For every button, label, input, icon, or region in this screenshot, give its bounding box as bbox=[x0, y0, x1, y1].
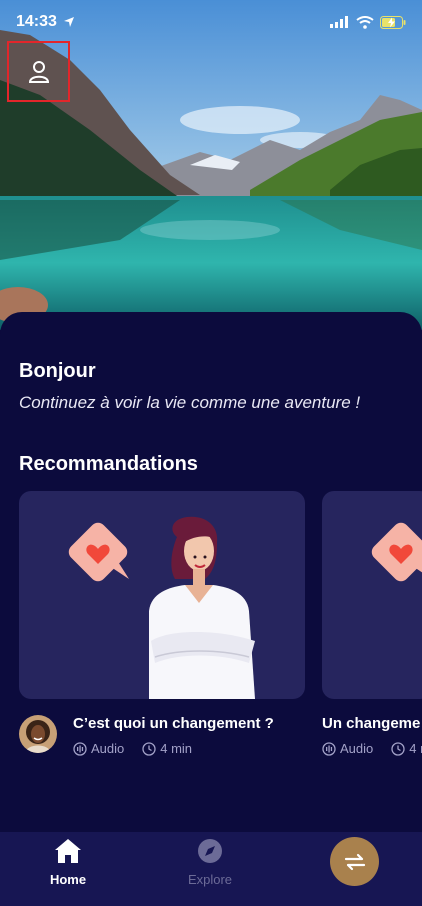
recommendation-type: Audio bbox=[340, 741, 374, 756]
recommendation-type: Audio bbox=[91, 741, 125, 756]
battery-charging-icon bbox=[380, 15, 406, 29]
recommendation-duration: 4 m bbox=[409, 741, 422, 756]
clock-icon bbox=[391, 741, 405, 756]
recommendation-card[interactable] bbox=[322, 491, 422, 699]
user-icon bbox=[28, 60, 49, 83]
woman-illustration bbox=[68, 516, 255, 699]
heart-bubble-illustration bbox=[371, 522, 422, 582]
recommendations-title: Recommandations bbox=[19, 453, 198, 475]
tab-explore[interactable]: Explore bbox=[165, 838, 255, 892]
recommendation-card[interactable] bbox=[19, 491, 305, 699]
recommendation-duration: 4 min bbox=[160, 741, 193, 756]
location-arrow-icon bbox=[63, 17, 74, 27]
compass-icon bbox=[198, 839, 222, 863]
audio-wave-icon bbox=[73, 741, 87, 756]
clock-icon bbox=[142, 741, 156, 756]
avatar bbox=[19, 715, 57, 753]
swap-arrows-icon bbox=[344, 853, 365, 870]
greeting-title: Bonjour bbox=[19, 360, 96, 382]
heart-bubble-icon bbox=[371, 522, 422, 582]
recommendation-info: Audio 4 m bbox=[322, 741, 422, 756]
status-bar: 14:33 bbox=[0, 0, 422, 44]
audio-wave-icon bbox=[322, 741, 336, 756]
status-time: 14:33 bbox=[16, 13, 75, 31]
status-time-text: 14:33 bbox=[16, 13, 57, 30]
greeting-subtitle: Continuez à voir la vie comme une aventu… bbox=[19, 393, 361, 412]
home-icon bbox=[55, 839, 81, 863]
tab-bar: Home Explore bbox=[0, 832, 422, 906]
recommendation-title: C’est quoi un changement ? bbox=[73, 715, 274, 732]
recommendation-title: Un changeme bbox=[322, 715, 421, 732]
tab-home[interactable]: Home bbox=[23, 838, 113, 892]
wifi-icon bbox=[356, 15, 374, 29]
heart-bubble-icon bbox=[68, 522, 129, 582]
recommendation-info: Audio 4 min bbox=[73, 741, 192, 756]
profile-button[interactable] bbox=[7, 41, 70, 102]
tab-home-label: Home bbox=[49, 872, 87, 887]
signal-icon bbox=[330, 16, 348, 28]
tab-explore-label: Explore bbox=[187, 872, 233, 887]
swap-button[interactable] bbox=[330, 837, 379, 886]
